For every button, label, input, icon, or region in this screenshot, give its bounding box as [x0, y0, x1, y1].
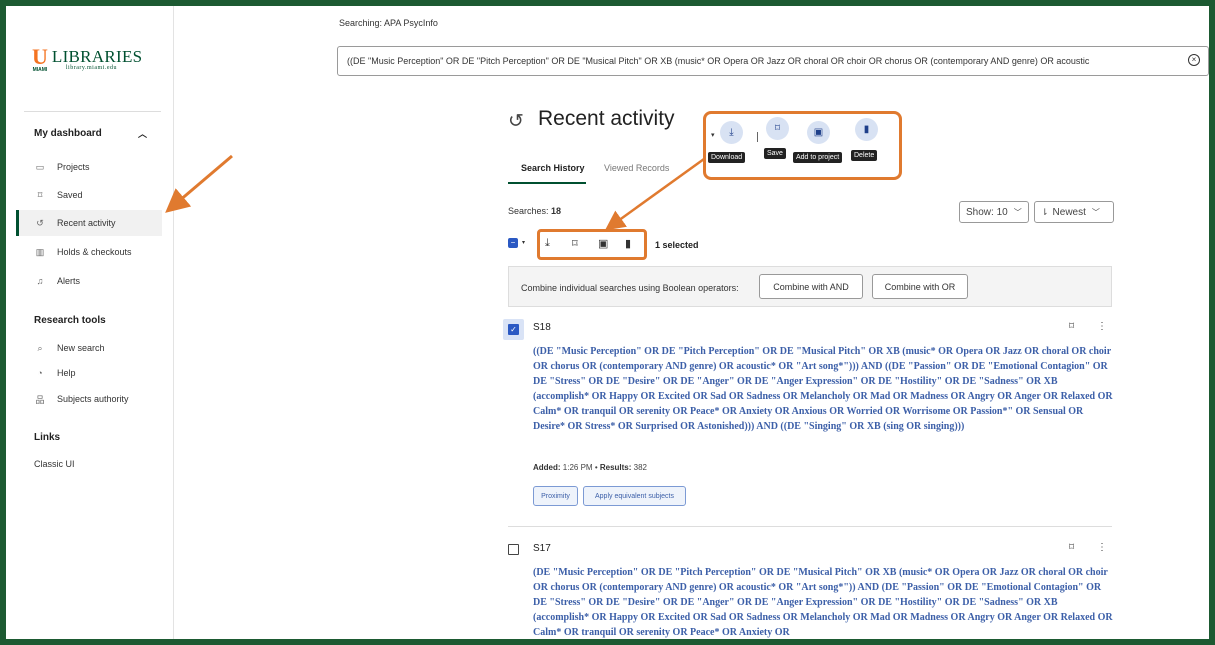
sort-icon: ⇂ [1041, 206, 1049, 217]
search-query-s17[interactable]: (DE "Music Perception" OR DE "Pitch Perc… [533, 565, 1113, 639]
sort-select[interactable]: ⇂ Newest ﹀ [1034, 201, 1114, 223]
sidebar-item-help[interactable]: ◔ Help [16, 360, 162, 386]
search-id-s17: S17 [533, 543, 551, 554]
sidebar: U MIAMI LIBRARIES library.miami.edu My da… [6, 6, 174, 639]
tab-viewed-records[interactable]: Viewed Records [604, 163, 669, 173]
tab-search-history[interactable]: Search History [521, 163, 585, 173]
search-query-s18[interactable]: ((DE "Music Perception" OR DE "Pitch Per… [533, 344, 1113, 434]
bookmark-icon[interactable]: ⌑ [572, 237, 578, 250]
search-meta-s18: Added: 1:26 PM • Results: 382 [533, 463, 648, 472]
help-icon: ◔ [37, 368, 43, 378]
more-options-icon[interactable]: ⋮ [1097, 321, 1107, 332]
more-options-icon[interactable]: ⋮ [1097, 542, 1107, 553]
hierarchy-icon: 品 [35, 394, 45, 405]
chevron-down-icon: ﹀ [1091, 207, 1100, 217]
combine-or-button[interactable]: Combine with OR [872, 274, 968, 299]
bookmark-icon: ⌑ [37, 189, 43, 200]
dashboard-heading[interactable]: My dashboard ︿ [34, 128, 147, 139]
download-icon[interactable]: ⤓ [720, 121, 743, 144]
sidebar-item-saved[interactable]: ⌑ Saved [16, 182, 162, 208]
search-icon: ⌕ [37, 342, 43, 353]
delete-tooltip: Delete [851, 150, 878, 161]
row-checkbox-s17[interactable] [508, 544, 519, 555]
folder-add-icon[interactable]: ▣ [807, 121, 830, 144]
search-input[interactable] [347, 56, 1182, 66]
sidebar-item-subjects-authority[interactable]: 品 Subjects authority [16, 386, 162, 412]
apply-equivalent-subjects-chip[interactable]: Apply equivalent subjects [583, 486, 686, 506]
trash-icon[interactable]: ▮ [625, 237, 631, 250]
proximity-chip[interactable]: Proximity [533, 486, 578, 506]
libraries-logo[interactable]: U MIAMI LIBRARIES library.miami.edu [32, 46, 142, 73]
sidebar-item-alerts[interactable]: ♫ Alerts [16, 268, 162, 294]
research-tools-heading: Research tools [34, 315, 106, 326]
active-tab-indicator [508, 182, 586, 184]
app-window: U MIAMI LIBRARIES library.miami.edu My da… [6, 6, 1209, 639]
sidebar-item-projects[interactable]: ▭ Projects [16, 154, 162, 180]
logo-title: LIBRARIES [51, 47, 143, 66]
database-name: APA PsycInfo [384, 18, 438, 28]
combine-searches-bar: Combine individual searches using Boolea… [508, 266, 1112, 307]
selected-count: 1 selected [655, 240, 699, 250]
folder-icon: ▭ [35, 161, 45, 172]
bookmark-icon[interactable]: ⌑ [766, 117, 789, 140]
searches-count: Searches: 18 [508, 206, 562, 216]
combine-label: Combine individual searches using Boolea… [521, 283, 739, 293]
chevron-down-icon: ﹀ [1013, 207, 1022, 217]
show-count-select[interactable]: Show: 10 ﹀ [959, 201, 1029, 223]
clear-search-icon[interactable]: × [1188, 54, 1200, 66]
search-bar: × [337, 46, 1209, 76]
bell-icon: ♫ [36, 276, 44, 286]
download-tooltip: Download [708, 152, 746, 163]
history-icon: ↺ [508, 111, 524, 132]
sidebar-item-holds[interactable]: ▥ Holds & checkouts [16, 239, 162, 265]
chevron-up-icon: ︿ [138, 129, 148, 139]
sidebar-item-new-search[interactable]: ⌕ New search [16, 335, 162, 361]
download-icon[interactable]: ⤓ [545, 237, 550, 250]
bookmark-icon[interactable]: ⌑ [1069, 321, 1074, 332]
sidebar-divider [24, 111, 161, 112]
tab-bar: Search History Viewed Records [508, 158, 708, 186]
annotation-arrows [165, 154, 705, 231]
save-tooltip: Save [764, 148, 786, 159]
sidebar-annotation-arrow [165, 154, 233, 213]
chevron-down-icon: ▾ [711, 132, 715, 139]
row-checkbox-s18[interactable]: ✓ [508, 324, 519, 335]
trash-icon[interactable]: ▮ [855, 118, 878, 141]
page-title: Recent activity [538, 107, 675, 130]
bookmark-icon[interactable]: ⌑ [1069, 542, 1074, 553]
row-divider [508, 526, 1112, 527]
books-icon: ▥ [35, 246, 45, 257]
sidebar-item-recent-activity[interactable]: ↺ Recent activity [16, 210, 162, 236]
logo-mark: U [32, 44, 48, 69]
chevron-down-icon[interactable]: ▾ [522, 239, 525, 246]
add-to-project-tooltip: Add to project [793, 152, 843, 163]
search-id-s18: S18 [533, 322, 551, 333]
logo-mark-sub: MIAMI [32, 67, 48, 73]
combine-and-button[interactable]: Combine with AND [759, 274, 863, 299]
logo-subtitle: library.miami.edu [65, 65, 117, 71]
classic-ui-link[interactable]: Classic UI [34, 459, 75, 469]
history-icon: ↺ [36, 217, 44, 228]
folder-add-icon[interactable]: ▣ [598, 237, 608, 250]
toolbar-separator [757, 132, 758, 142]
select-all-checkbox[interactable]: − [508, 238, 518, 248]
links-heading: Links [34, 432, 61, 443]
searching-label: Searching: APA PsycInfo [339, 18, 438, 28]
